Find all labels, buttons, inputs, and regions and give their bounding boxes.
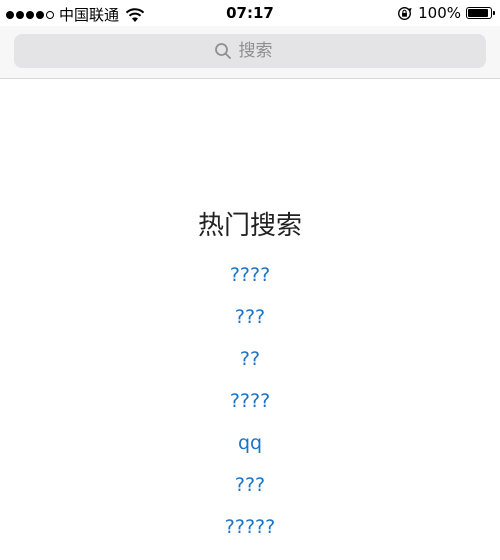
- battery-cap: [493, 11, 495, 15]
- hot-search-title: 热门搜索: [197, 211, 302, 241]
- battery-icon: [466, 7, 495, 19]
- search-input[interactable]: [238, 41, 287, 61]
- hot-search-item[interactable]: ???: [0, 474, 500, 516]
- status-bar: 中国联通 07:17 100%: [0, 0, 500, 26]
- rotation-lock-icon: [398, 6, 412, 20]
- battery-percentage: 100%: [418, 4, 461, 22]
- battery-fill: [468, 9, 488, 17]
- hot-search-item[interactable]: ??: [0, 348, 500, 390]
- hot-search-list: ???? ??? ?? ???? qq ??? ?????: [0, 264, 500, 558]
- hot-search-item[interactable]: ?????: [0, 516, 500, 558]
- search-icon: [214, 43, 231, 59]
- hot-search-item[interactable]: ????: [0, 264, 500, 306]
- hot-search-item[interactable]: ????: [0, 390, 500, 432]
- status-right: 100%: [397, 4, 495, 22]
- search-bar-container: [0, 26, 500, 79]
- hot-search-item[interactable]: qq: [0, 432, 500, 474]
- search-field[interactable]: [14, 34, 486, 68]
- hot-search-item[interactable]: ???: [0, 306, 500, 348]
